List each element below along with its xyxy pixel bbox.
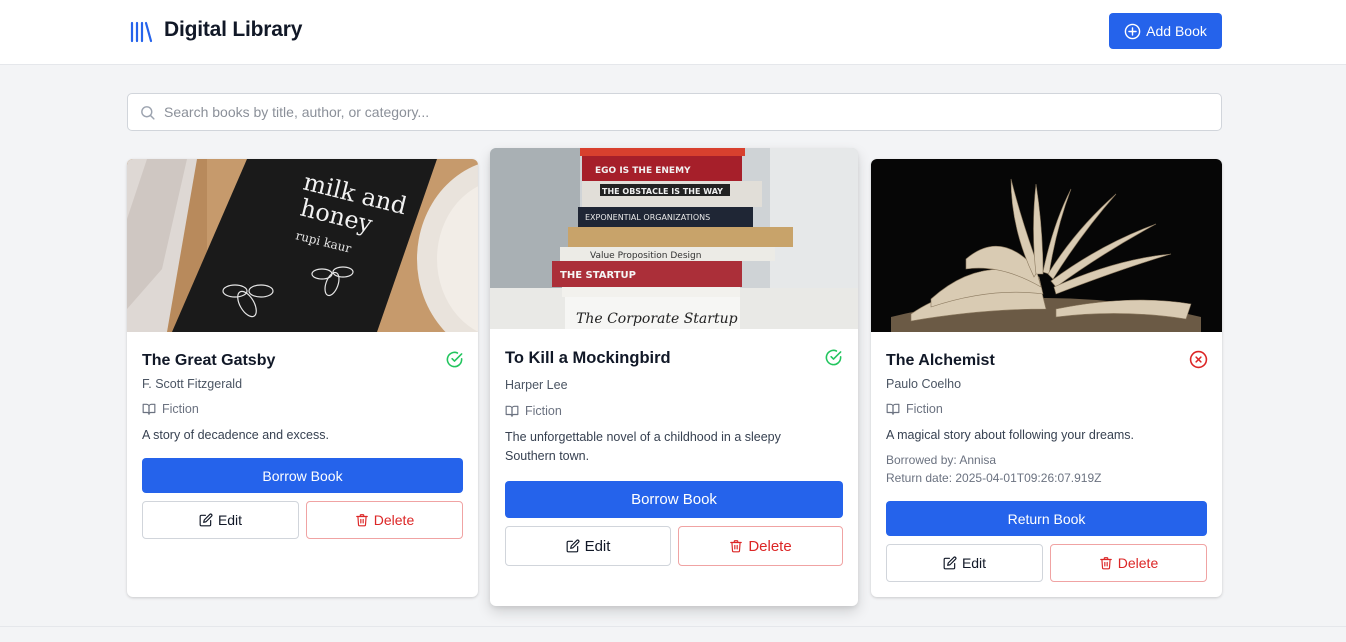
search-bar bbox=[127, 93, 1222, 131]
book-author: Paulo Coelho bbox=[886, 377, 962, 391]
edit-label: Edit bbox=[217, 512, 243, 528]
edit-button[interactable]: Edit bbox=[886, 544, 1043, 582]
delete-button[interactable]: Delete bbox=[1050, 544, 1207, 582]
book-category: Fiction bbox=[142, 402, 199, 416]
book-cover-image: milk and honey rupi kaur bbox=[127, 159, 478, 332]
borrow-book-button[interactable]: Borrow Book bbox=[505, 481, 843, 518]
plus-circle-icon bbox=[1124, 23, 1141, 39]
search-icon bbox=[141, 106, 155, 120]
open-book-icon bbox=[505, 405, 519, 417]
book-category: Fiction bbox=[886, 402, 943, 416]
book-cover-image: EGO IS THE ENEMY THE OBSTACLE IS THE WAY… bbox=[490, 148, 858, 329]
delete-button[interactable]: Delete bbox=[678, 526, 843, 566]
svg-text:The Corporate Startup: The Corporate Startup bbox=[576, 311, 738, 327]
check-circle-icon bbox=[446, 351, 463, 368]
book-title: The Alchemist bbox=[886, 352, 995, 369]
book-card: milk and honey rupi kaur The Great Gatsb… bbox=[127, 159, 478, 597]
delete-label: Delete bbox=[373, 512, 415, 528]
edit-label: Edit bbox=[584, 537, 611, 555]
delete-button[interactable]: Delete bbox=[306, 501, 463, 539]
edit-button[interactable]: Edit bbox=[505, 526, 671, 566]
trash-icon bbox=[1099, 557, 1112, 570]
edit-label: Edit bbox=[961, 555, 987, 571]
svg-text:THE STARTUP: THE STARTUP bbox=[560, 270, 636, 281]
open-book-icon bbox=[142, 403, 156, 415]
spine-text: EGO IS THE ENEMY bbox=[595, 166, 691, 176]
edit-button[interactable]: Edit bbox=[142, 501, 299, 539]
add-book-label: Add Book bbox=[1146, 23, 1207, 39]
page-divider bbox=[0, 626, 1346, 627]
delete-label: Delete bbox=[1117, 555, 1159, 571]
book-card: EGO IS THE ENEMY THE OBSTACLE IS THE WAY… bbox=[490, 148, 858, 606]
book-title: To Kill a Mockingbird bbox=[505, 349, 671, 367]
book-description: A magical story about following your dre… bbox=[886, 428, 1135, 442]
app-header: Digital Library Add Book bbox=[0, 0, 1346, 65]
trash-icon bbox=[730, 540, 743, 553]
return-date: Return date: 2025-04-01T09:26:07.919Z bbox=[886, 471, 1102, 485]
check-circle-icon bbox=[825, 349, 842, 366]
svg-text:EXPONENTIAL ORGANIZATIONS: EXPONENTIAL ORGANIZATIONS bbox=[585, 213, 710, 222]
book-category: Fiction bbox=[505, 404, 562, 418]
book-card: The Alchemist Paulo Coelho Fiction A mag… bbox=[871, 159, 1222, 597]
trash-icon bbox=[355, 514, 368, 527]
return-book-button[interactable]: Return Book bbox=[886, 501, 1207, 536]
edit-icon bbox=[943, 556, 957, 570]
library-icon bbox=[130, 21, 153, 43]
borrow-book-button[interactable]: Borrow Book bbox=[142, 458, 463, 493]
book-cover-image bbox=[871, 159, 1222, 332]
x-circle-icon bbox=[1189, 350, 1208, 369]
delete-label: Delete bbox=[748, 537, 792, 555]
open-book-icon bbox=[886, 403, 900, 415]
add-book-button[interactable]: Add Book bbox=[1109, 13, 1222, 49]
book-description: A story of decadence and excess. bbox=[142, 428, 329, 442]
category-label: Fiction bbox=[906, 402, 943, 416]
search-input[interactable] bbox=[164, 94, 1214, 130]
book-title: The Great Gatsby bbox=[142, 352, 276, 369]
edit-icon bbox=[566, 539, 580, 553]
edit-icon bbox=[199, 513, 213, 527]
svg-text:Value Proposition Design: Value Proposition Design bbox=[590, 251, 701, 261]
book-description: The unforgettable novel of a childhood i… bbox=[505, 430, 781, 463]
svg-text:THE OBSTACLE IS THE WAY: THE OBSTACLE IS THE WAY bbox=[602, 187, 723, 196]
borrowed-by: Borrowed by: Annisa bbox=[886, 453, 997, 467]
book-author: Harper Lee bbox=[505, 378, 568, 392]
app-title: Digital Library bbox=[164, 18, 303, 41]
category-label: Fiction bbox=[525, 404, 562, 418]
book-author: F. Scott Fitzgerald bbox=[142, 377, 243, 391]
category-label: Fiction bbox=[162, 402, 199, 416]
